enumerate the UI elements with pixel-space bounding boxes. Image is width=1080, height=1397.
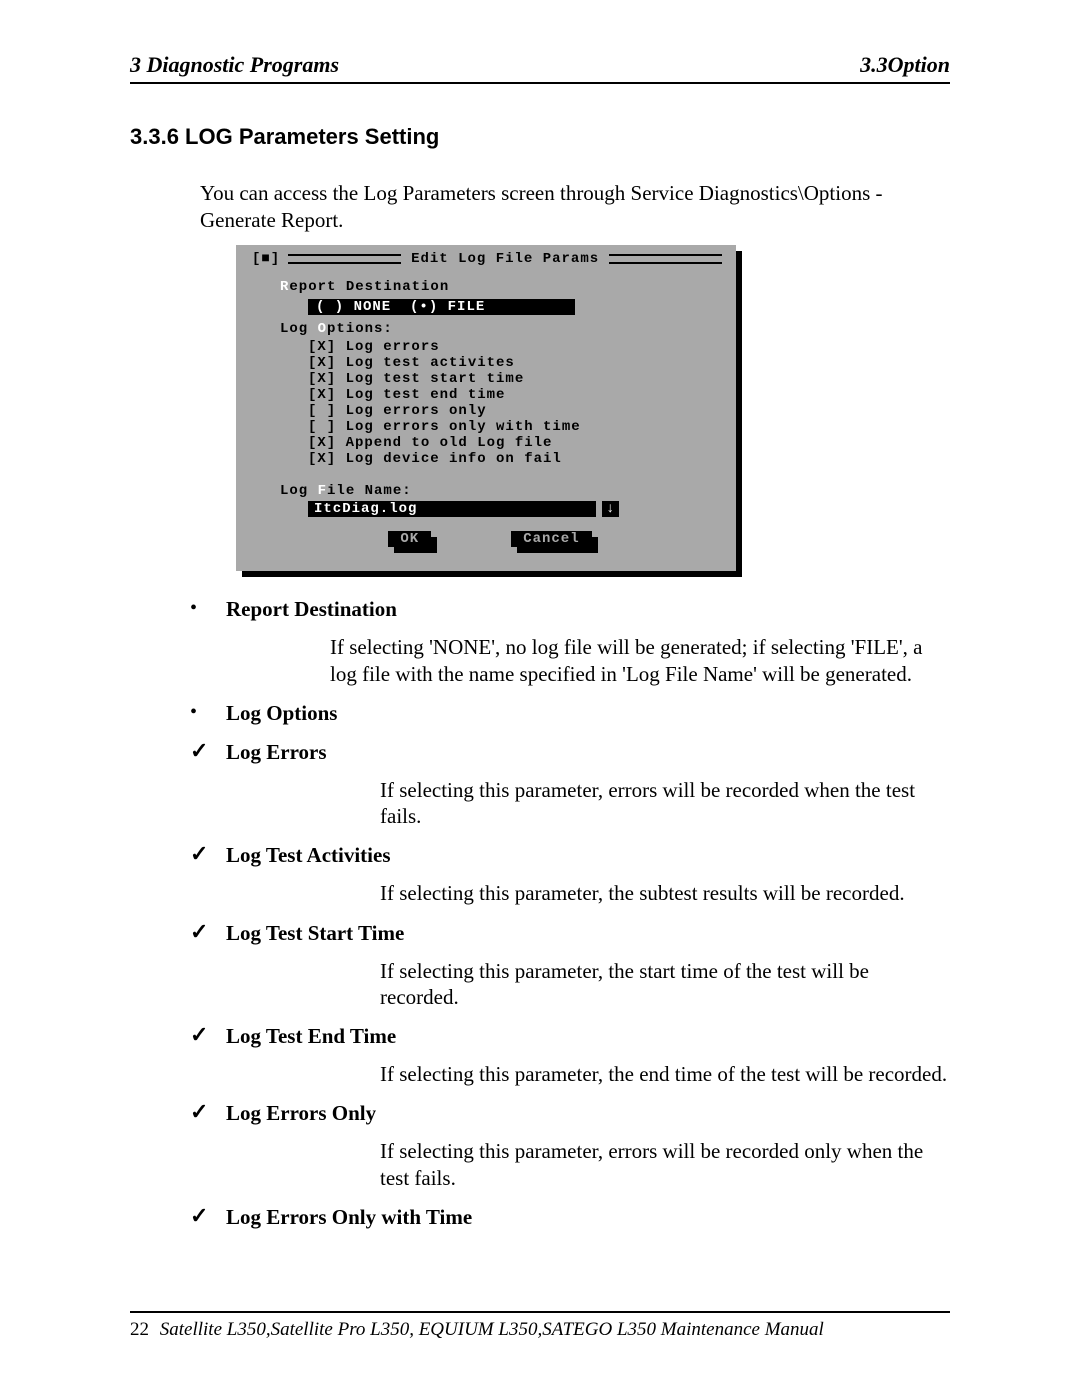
log-test-start-title: Log Test Start Time bbox=[226, 921, 404, 946]
bullet-icon: • bbox=[190, 597, 226, 619]
header-right: 3.3Option bbox=[860, 52, 950, 78]
radio-file[interactable]: (•) FILE bbox=[410, 299, 485, 315]
bullet-report-destination: • Report Destination bbox=[190, 597, 950, 622]
check-log-errors-only-time: ✓ Log Errors Only with Time bbox=[190, 1205, 950, 1230]
chk-log-test-end-time[interactable]: [X] Log test end time bbox=[308, 387, 702, 403]
chk-log-test-start-time[interactable]: [X] Log test start time bbox=[308, 371, 702, 387]
footer-rule bbox=[130, 1311, 950, 1313]
log-options-hotkey: O bbox=[318, 321, 327, 337]
log-test-end-desc: If selecting this parameter, the end tim… bbox=[380, 1061, 950, 1087]
log-file-name-input[interactable]: ItcDiag.log bbox=[308, 501, 596, 517]
check-icon: ✓ bbox=[190, 843, 226, 865]
report-dest-label: Report Destination bbox=[280, 279, 702, 295]
titlebar-line-right bbox=[609, 254, 722, 264]
header-left: 3 Diagnostic Programs bbox=[130, 52, 339, 78]
footer: 22 Satellite L350,Satellite Pro L350, EQ… bbox=[130, 1319, 950, 1341]
chk-log-errors-only-time[interactable]: [ ] Log errors only with time bbox=[308, 419, 702, 435]
log-options-title: Log Options bbox=[226, 701, 337, 726]
chk-log-device-info[interactable]: [X] Log device info on fail bbox=[308, 451, 702, 467]
check-log-test-end-time: ✓ Log Test End Time bbox=[190, 1024, 950, 1049]
log-test-start-desc: If selecting this parameter, the start t… bbox=[380, 958, 950, 1011]
log-file-name-label: Log File Name: bbox=[280, 483, 702, 499]
header-rule bbox=[130, 82, 950, 84]
bullet-icon: • bbox=[190, 701, 226, 723]
log-test-activities-title: Log Test Activities bbox=[226, 843, 391, 868]
chk-log-errors-only[interactable]: [ ] Log errors only bbox=[308, 403, 702, 419]
check-icon: ✓ bbox=[190, 1024, 226, 1046]
log-errors-only-desc: If selecting this parameter, errors will… bbox=[380, 1138, 950, 1191]
log-errors-only-time-title: Log Errors Only with Time bbox=[226, 1205, 472, 1230]
check-icon: ✓ bbox=[190, 1101, 226, 1123]
dialog-titlebar: [■] Edit Log File Params bbox=[250, 251, 722, 267]
footer-text: Satellite L350,Satellite Pro L350, EQUIU… bbox=[160, 1319, 824, 1340]
check-log-errors: ✓ Log Errors bbox=[190, 740, 950, 765]
page-number: 22 bbox=[130, 1319, 149, 1340]
log-options-label: Log Options: bbox=[280, 321, 702, 337]
report-destination-title: Report Destination bbox=[226, 597, 397, 622]
check-icon: ✓ bbox=[190, 740, 226, 762]
check-icon: ✓ bbox=[190, 1205, 226, 1227]
dialog-title: Edit Log File Params bbox=[407, 251, 603, 267]
check-icon: ✓ bbox=[190, 921, 226, 943]
chk-log-test-activities[interactable]: [X] Log test activites bbox=[308, 355, 702, 371]
radio-none[interactable]: ( ) NONE bbox=[316, 299, 391, 315]
log-file-hotkey: F bbox=[318, 483, 327, 499]
report-dest-options[interactable]: ( ) NONE (•) FILE bbox=[308, 299, 575, 315]
report-dest-hotkey: R bbox=[280, 279, 289, 295]
chk-append-old-log[interactable]: [X] Append to old Log file bbox=[308, 435, 702, 451]
intro-paragraph: You can access the Log Parameters screen… bbox=[200, 180, 950, 235]
bullet-log-options: • Log Options bbox=[190, 701, 950, 726]
ok-button[interactable]: OK bbox=[388, 531, 431, 547]
log-errors-title: Log Errors bbox=[226, 740, 327, 765]
log-errors-only-title: Log Errors Only bbox=[226, 1101, 376, 1126]
report-destination-desc: If selecting 'NONE', no log file will be… bbox=[330, 634, 950, 687]
running-header: 3 Diagnostic Programs 3.3Option bbox=[130, 52, 950, 80]
chk-log-errors[interactable]: [X] Log errors bbox=[308, 339, 702, 355]
log-test-end-title: Log Test End Time bbox=[226, 1024, 396, 1049]
cancel-button[interactable]: Cancel bbox=[511, 531, 591, 547]
check-log-test-start-time: ✓ Log Test Start Time bbox=[190, 921, 950, 946]
check-log-test-activities: ✓ Log Test Activities bbox=[190, 843, 950, 868]
down-arrow-icon[interactable]: ↓ bbox=[602, 501, 619, 517]
log-errors-desc: If selecting this parameter, errors will… bbox=[380, 777, 950, 830]
dialog-window: [■] Edit Log File Params Report Destinat… bbox=[236, 245, 736, 572]
dialog-screenshot: [■] Edit Log File Params Report Destinat… bbox=[236, 245, 736, 572]
log-options-list: [X] Log errors [X] Log test activites [X… bbox=[308, 339, 702, 468]
close-box-icon[interactable]: [■] bbox=[250, 251, 282, 267]
log-test-activities-desc: If selecting this parameter, the subtest… bbox=[380, 880, 950, 906]
section-heading: 3.3.6 LOG Parameters Setting bbox=[130, 124, 950, 150]
check-log-errors-only: ✓ Log Errors Only bbox=[190, 1101, 950, 1126]
titlebar-line-left bbox=[288, 254, 401, 264]
